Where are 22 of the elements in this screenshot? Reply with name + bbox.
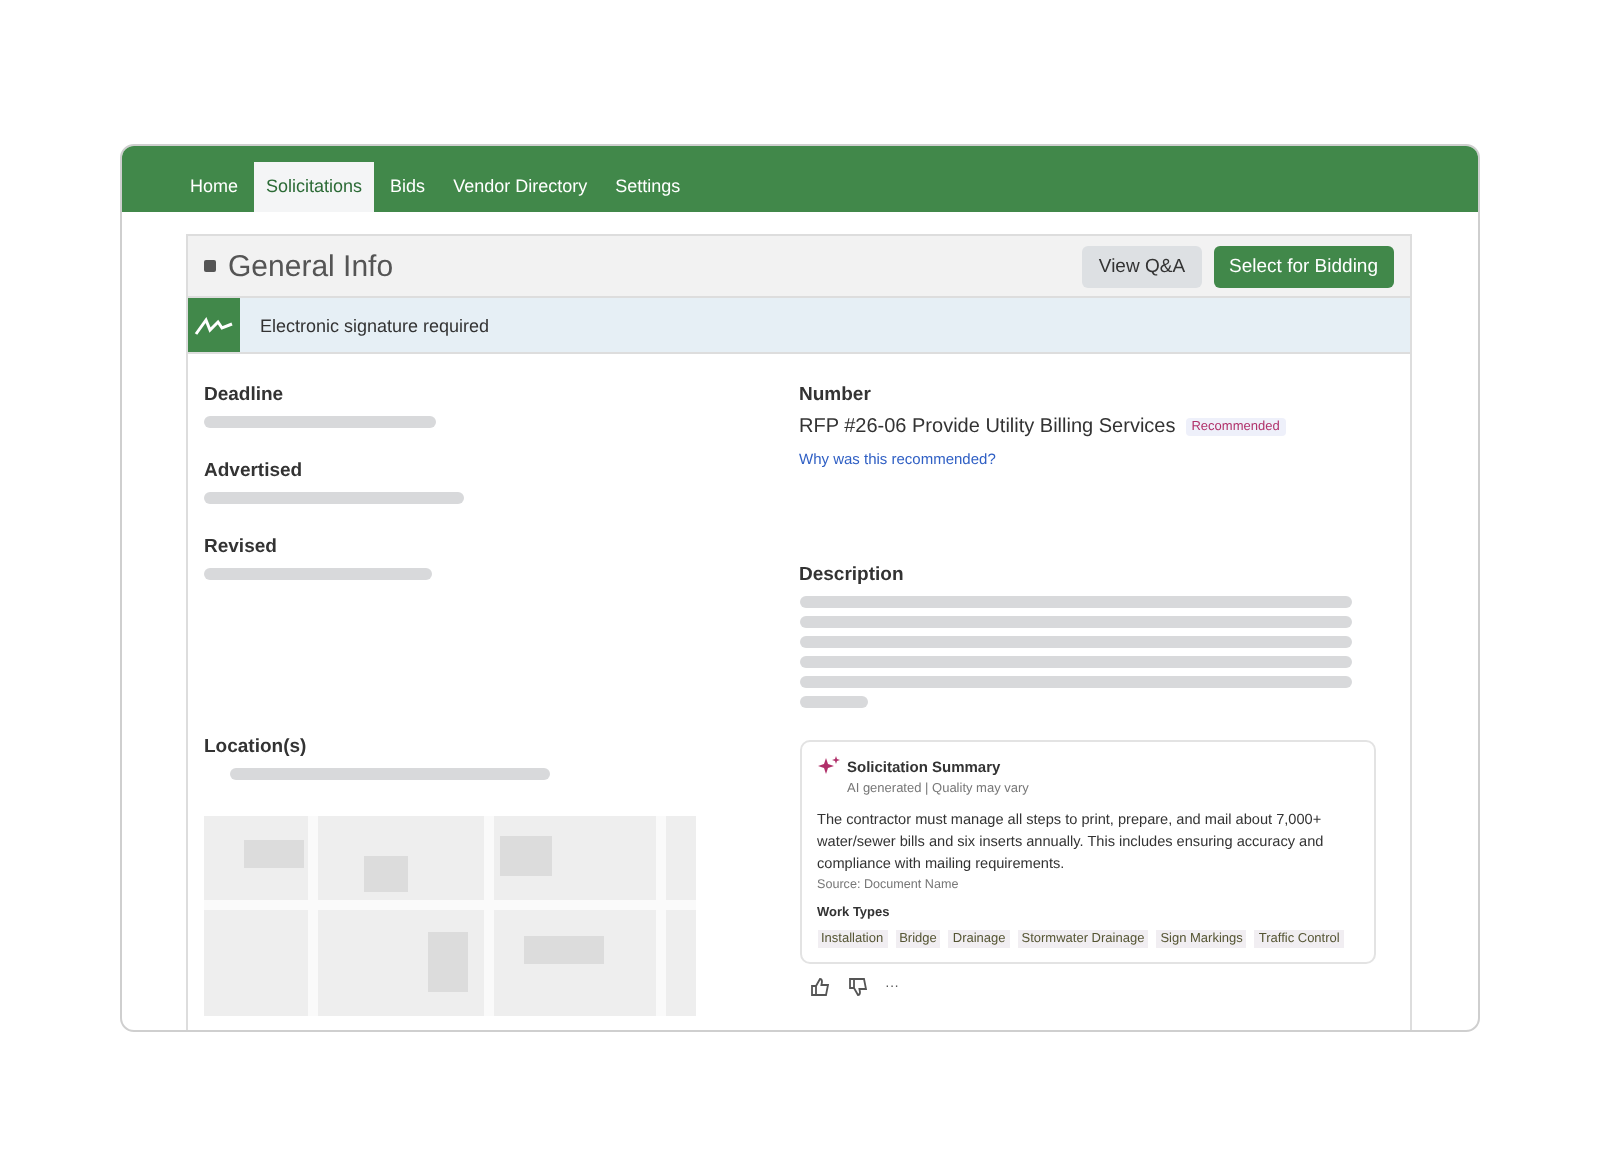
nav-tab[interactable]: Bids [378, 162, 438, 212]
nav-tab[interactable]: Solicitations [254, 162, 375, 212]
nav-tab[interactable]: Vendor Directory [441, 162, 600, 212]
select-button[interactable]: Select for Bidding [1213, 245, 1394, 287]
collapse-icon[interactable] [204, 260, 216, 272]
panel-title: General Info [228, 249, 394, 283]
field-label: Location(s) [204, 736, 309, 758]
qa-button[interactable]: View Q&A [1082, 245, 1202, 287]
solicitation-number: RFP #26-06 Provide Utility Billing Services [799, 416, 1176, 438]
signature-icon [188, 298, 240, 352]
field-label: Number [799, 384, 873, 406]
field-label: Description [799, 564, 906, 586]
field-label: Advertised [204, 460, 305, 482]
nav-tab[interactable]: Home [178, 162, 251, 212]
field-label: Revised [204, 536, 279, 558]
sparkle-icon [817, 756, 839, 778]
nav-tab[interactable]: Settings [603, 162, 693, 212]
thumbs-down-icon[interactable] [847, 978, 867, 996]
field-label: Deadline [204, 384, 286, 406]
thumbs-up-icon[interactable] [809, 978, 829, 996]
skeleton-line [799, 696, 867, 708]
notice-text: Electronic signature required [260, 315, 490, 335]
